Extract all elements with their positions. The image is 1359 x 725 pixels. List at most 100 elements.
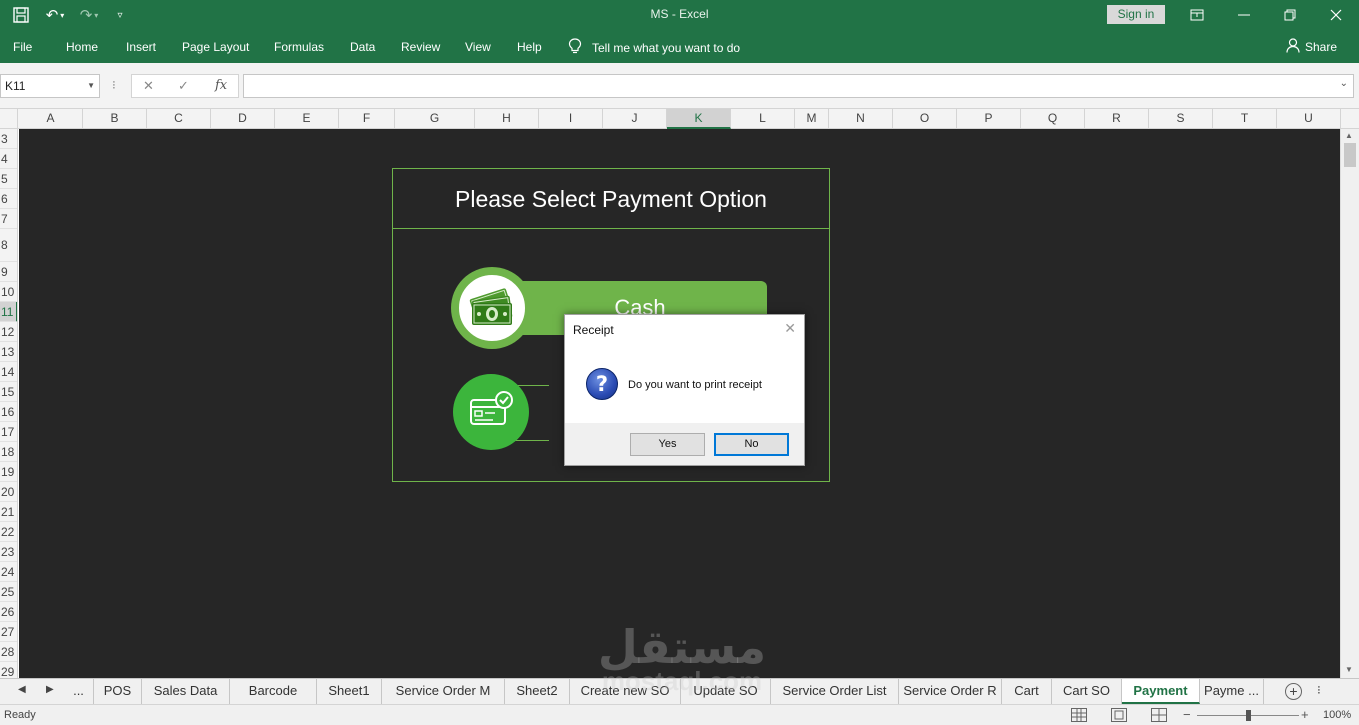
row-header-9[interactable]: 9 (0, 262, 17, 282)
row-header-24[interactable]: 24 (0, 562, 17, 582)
splitter-dots-icon[interactable]: ⁝ (112, 78, 116, 92)
zoom-level[interactable]: 100% (1323, 709, 1351, 721)
dialog-close-icon[interactable]: ✕ (784, 320, 796, 337)
sheet-tab-payme[interactable]: Payme ... (1200, 679, 1264, 704)
select-all-corner[interactable] (0, 109, 18, 129)
row-header-16[interactable]: 16 (0, 402, 17, 422)
scrollbar-thumb[interactable] (1344, 143, 1356, 167)
row-header-5[interactable]: 5 (0, 169, 17, 189)
zoom-slider-thumb[interactable] (1246, 710, 1251, 721)
sheet-tab-cart[interactable]: Cart (1002, 679, 1052, 704)
scroll-tabs-left-icon[interactable]: ◀ (18, 684, 26, 695)
row-header-7[interactable]: 7 (0, 209, 17, 229)
row-header-18[interactable]: 18 (0, 442, 17, 462)
column-header-j[interactable]: J (603, 109, 667, 129)
zoom-out-icon[interactable]: − (1183, 707, 1191, 722)
row-header-27[interactable]: 27 (0, 622, 17, 642)
row-header-13[interactable]: 13 (0, 342, 17, 362)
sheet-tab-sales-data[interactable]: Sales Data (142, 679, 230, 704)
customize-quick-access-icon[interactable]: ▿ (112, 5, 128, 25)
yes-button[interactable]: Yes (630, 433, 705, 456)
redo-icon[interactable]: ↷ ▾ (76, 5, 102, 25)
cancel-icon[interactable]: ✕ (143, 78, 154, 94)
column-header-d[interactable]: D (211, 109, 275, 129)
column-header-a[interactable]: A (19, 109, 83, 129)
sheet-tab-barcode[interactable]: Barcode (230, 679, 317, 704)
page-break-view-icon[interactable] (1151, 708, 1167, 722)
tab-review[interactable]: Review (401, 40, 440, 54)
row-header-15[interactable]: 15 (0, 382, 17, 402)
row-header-17[interactable]: 17 (0, 422, 17, 442)
sheet-tab-sheet1[interactable]: Sheet1 (317, 679, 382, 704)
tab-help[interactable]: Help (517, 40, 542, 54)
sheet-tab-service-order-list[interactable]: Service Order List (771, 679, 899, 704)
tab-file[interactable]: File (13, 40, 32, 54)
column-header-g[interactable]: G (395, 109, 475, 129)
row-header-11[interactable]: 11 (0, 302, 17, 322)
column-header-k[interactable]: K (667, 109, 731, 129)
sheet-tab-service-order-m[interactable]: Service Order M (382, 679, 505, 704)
column-header-c[interactable]: C (147, 109, 211, 129)
tab-page-layout[interactable]: Page Layout (182, 40, 249, 54)
column-header-f[interactable]: F (339, 109, 395, 129)
splitter-dots-icon[interactable]: ⁝ (1317, 683, 1321, 697)
column-header-n[interactable]: N (829, 109, 893, 129)
sign-in-button[interactable]: Sign in (1107, 5, 1165, 24)
row-header-14[interactable]: 14 (0, 362, 17, 382)
save-icon[interactable] (10, 5, 32, 25)
column-header-p[interactable]: P (957, 109, 1021, 129)
restore-icon[interactable] (1267, 0, 1313, 30)
row-header-6[interactable]: 6 (0, 189, 17, 209)
row-header-10[interactable]: 10 (0, 282, 17, 302)
row-header-25[interactable]: 25 (0, 582, 17, 602)
tab-formulas[interactable]: Formulas (274, 40, 324, 54)
column-header-s[interactable]: S (1149, 109, 1213, 129)
row-header-22[interactable]: 22 (0, 522, 17, 542)
scroll-tabs-right-icon[interactable]: ▶ (46, 684, 54, 695)
name-box[interactable]: K11 ▼ (0, 74, 100, 98)
minimize-icon[interactable] (1221, 0, 1267, 30)
row-header-28[interactable]: 28 (0, 642, 17, 662)
cash-icon-badge[interactable] (451, 267, 533, 349)
column-header-q[interactable]: Q (1021, 109, 1085, 129)
row-header-12[interactable]: 12 (0, 322, 17, 342)
undo-icon[interactable]: ↶ ▾ (42, 5, 68, 25)
row-header-26[interactable]: 26 (0, 602, 17, 622)
column-header-h[interactable]: H (475, 109, 539, 129)
credit-card-check-icon[interactable] (453, 374, 529, 450)
sheet-tab-cart-so[interactable]: Cart SO (1052, 679, 1122, 704)
add-sheet-icon[interactable]: + (1285, 683, 1302, 700)
row-header-8[interactable]: 8 (0, 229, 17, 262)
sheet-tab-create-new-so[interactable]: Create new SO (570, 679, 681, 704)
column-header-u[interactable]: U (1277, 109, 1341, 129)
expand-formula-icon[interactable]: ⌄ (1340, 78, 1348, 89)
tab-insert[interactable]: Insert (126, 40, 156, 54)
row-header-29[interactable]: 29 (0, 662, 17, 678)
page-layout-view-icon[interactable] (1111, 708, 1127, 722)
column-header-o[interactable]: O (893, 109, 957, 129)
share-button[interactable]: Share (1286, 38, 1337, 56)
zoom-in-icon[interactable]: + (1301, 707, 1309, 722)
row-header-19[interactable]: 19 (0, 462, 17, 482)
row-header-21[interactable]: 21 (0, 502, 17, 522)
tab-view[interactable]: View (465, 40, 491, 54)
row-header-23[interactable]: 23 (0, 542, 17, 562)
tab-data[interactable]: Data (350, 40, 375, 54)
sheet-tab-payment[interactable]: Payment (1122, 679, 1200, 704)
vertical-scrollbar[interactable]: ▲ ▼ (1340, 129, 1359, 678)
column-header-r[interactable]: R (1085, 109, 1149, 129)
row-header-20[interactable]: 20 (0, 482, 17, 502)
scroll-down-icon[interactable]: ▼ (1345, 665, 1353, 674)
sheet-tab-sheet2[interactable]: Sheet2 (505, 679, 570, 704)
column-header-i[interactable]: I (539, 109, 603, 129)
tab-home[interactable]: Home (66, 40, 98, 54)
column-header-m[interactable]: M (795, 109, 829, 129)
row-header-4[interactable]: 4 (0, 149, 17, 169)
normal-view-icon[interactable] (1071, 708, 1087, 722)
column-header-b[interactable]: B (83, 109, 147, 129)
sheet-tab-pos[interactable]: POS (94, 679, 142, 704)
column-header-e[interactable]: E (275, 109, 339, 129)
scroll-up-icon[interactable]: ▲ (1345, 131, 1353, 140)
column-header-t[interactable]: T (1213, 109, 1277, 129)
chevron-down-icon[interactable]: ▼ (87, 75, 95, 97)
